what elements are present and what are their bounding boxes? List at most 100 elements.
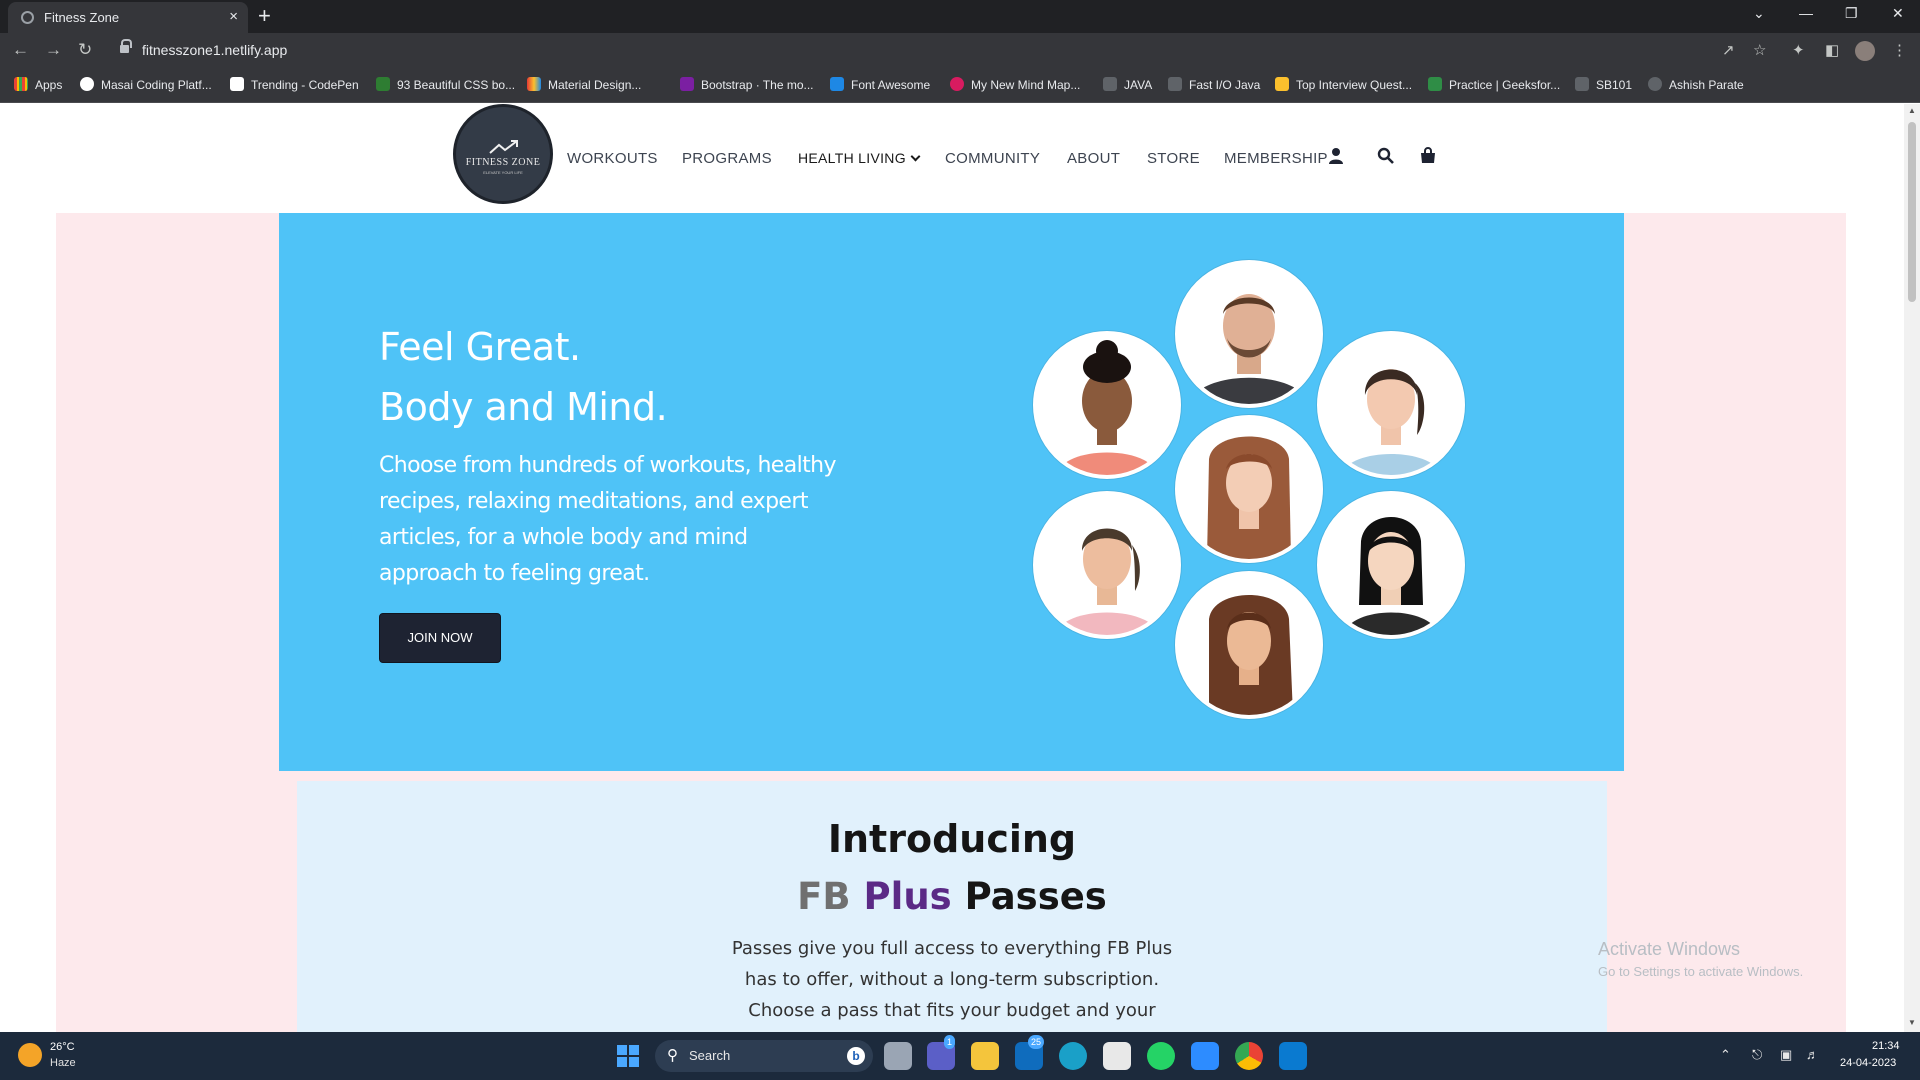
minimize-button[interactable]: — <box>1799 5 1813 21</box>
nav-membership[interactable]: MEMBERSHIP <box>1224 150 1328 167</box>
weather-description[interactable]: Haze <box>50 1057 76 1069</box>
windows-start-icon[interactable] <box>617 1045 639 1067</box>
nav-store[interactable]: STORE <box>1147 150 1200 167</box>
scroll-down-arrow-icon[interactable]: ▼ <box>1908 1018 1916 1027</box>
share-icon[interactable]: ↗ <box>1722 41 1735 59</box>
lock-icon <box>120 39 132 54</box>
site-logo[interactable]: FITNESS ZONE ELEVATE YOUR LIFE <box>453 104 553 204</box>
geeksforgeeks-icon <box>1428 77 1442 91</box>
nav-workouts[interactable]: WORKOUTS <box>567 150 658 167</box>
trainer-portrait <box>1175 415 1323 563</box>
intro-subheading: FB Plus Passes <box>297 875 1607 918</box>
bookmark-interview[interactable]: Top Interview Quest... <box>1275 77 1412 92</box>
chevron-down-icon <box>910 151 921 162</box>
bookmark-geeksforgeeks[interactable]: Practice | Geeksfor... <box>1428 77 1560 92</box>
trainer-portrait <box>1175 260 1323 408</box>
scroll-up-arrow-icon[interactable]: ▲ <box>1908 106 1916 115</box>
bookmark-mind-map[interactable]: My New Mind Map... <box>950 77 1080 92</box>
zoom-icon[interactable] <box>1191 1042 1219 1070</box>
back-icon[interactable]: ← <box>12 40 29 60</box>
search-icon: ⚲ <box>667 1047 678 1064</box>
scroll-thumb[interactable] <box>1908 122 1916 302</box>
join-now-button[interactable]: JOIN NOW <box>379 613 501 663</box>
forward-icon[interactable]: → <box>45 40 62 60</box>
volume-icon[interactable]: ♬ <box>1806 1047 1819 1062</box>
file-explorer-icon[interactable] <box>971 1042 999 1070</box>
browser-tab[interactable]: Fitness Zone × <box>8 2 248 33</box>
network-icon[interactable]: ▣ <box>1780 1047 1792 1063</box>
chevron-up-icon[interactable]: ⌃ <box>1720 1047 1731 1063</box>
store-icon[interactable] <box>1103 1042 1131 1070</box>
watermark-line-1: Activate Windows <box>1598 939 1741 959</box>
restore-button[interactable]: ❐ <box>1845 5 1858 22</box>
menu-icon[interactable]: ⋮ <box>1892 41 1907 59</box>
weather-temperature[interactable]: 26°C <box>50 1041 75 1053</box>
intro-section: Introducing FB Plus Passes Passes give y… <box>297 781 1607 1032</box>
windows-taskbar: 26°C Haze ⚲ Search b 1 25 ⌃ ⎋ ▣ ♬ 21:34 … <box>0 1032 1920 1080</box>
close-window-button[interactable]: ✕ <box>1892 5 1904 22</box>
flag-icon <box>830 77 844 91</box>
nav-programs[interactable]: PROGRAMS <box>682 150 772 167</box>
bookmark-bootstrap[interactable]: Bootstrap · The mo... <box>680 77 814 92</box>
star-icon[interactable]: ☆ <box>1753 41 1766 59</box>
passes-text: Passes <box>964 875 1107 918</box>
globe-icon <box>21 11 34 24</box>
intro-text: Passes give you full access to everythin… <box>731 938 1173 1032</box>
bookmark-codepen[interactable]: Trending - CodePen <box>230 77 359 92</box>
microphone-icon[interactable]: ⎋ <box>1752 1047 1762 1063</box>
nav-about[interactable]: ABOUT <box>1067 150 1120 167</box>
hero-heading-1: Feel Great. <box>379 325 581 369</box>
bootstrap-icon <box>680 77 694 91</box>
nav-health-living[interactable]: HEALTH LIVING <box>798 150 921 166</box>
bookmark-java[interactable]: JAVA <box>1103 77 1152 92</box>
clock-date[interactable]: 24-04-2023 <box>1840 1057 1896 1069</box>
tab-title: Fitness Zone <box>44 10 120 25</box>
task-view-icon[interactable] <box>884 1042 912 1070</box>
material-design-icon <box>527 77 541 91</box>
globe-icon <box>1648 77 1662 91</box>
side-panel-icon[interactable]: ◧ <box>1825 41 1839 59</box>
plus-text: Plus <box>863 875 952 918</box>
bookmark-ashish-parate[interactable]: Ashish Parate <box>1648 77 1744 92</box>
page-viewport: FITNESS ZONE ELEVATE YOUR LIFE WORKOUTS … <box>0 104 1904 1032</box>
outlook-badge: 25 <box>1028 1035 1045 1049</box>
bookmark-apps[interactable]: Apps <box>14 77 62 92</box>
address-bar[interactable]: fitnesszone1.netlify.app <box>104 37 1764 65</box>
mind-map-icon <box>950 77 964 91</box>
link-icon <box>1103 77 1117 91</box>
nav-community[interactable]: COMMUNITY <box>945 150 1040 167</box>
weather-icon[interactable] <box>18 1043 42 1067</box>
reload-icon[interactable]: ↻ <box>78 40 92 60</box>
extensions-icon[interactable]: ✦ <box>1792 41 1805 59</box>
logo-tagline: ELEVATE YOUR LIFE <box>483 170 523 175</box>
bookmark-font-awesome[interactable]: Font Awesome <box>830 77 930 92</box>
user-icon[interactable] <box>1328 147 1344 164</box>
browser-toolbar: ← → ↻ fitnesszone1.netlify.app ↗ ☆ ✦ ◧ ⋮ <box>0 33 1920 69</box>
vscode-icon[interactable] <box>1279 1042 1307 1070</box>
activate-windows-watermark: Activate Windows Go to Settings to activ… <box>1598 939 1803 979</box>
chrome-icon[interactable] <box>1235 1042 1263 1070</box>
taskbar-search-label: Search <box>689 1048 731 1063</box>
new-tab-button[interactable]: + <box>258 3 271 29</box>
bookmark-css-buttons[interactable]: 93 Beautiful CSS bo... <box>376 77 515 92</box>
shopping-bag-icon[interactable] <box>1420 147 1436 164</box>
bookmark-fast-io-java[interactable]: Fast I/O Java <box>1168 77 1260 92</box>
apps-grid-icon <box>14 77 28 91</box>
page-scrollbar[interactable]: ▲ ▼ <box>1904 104 1920 1032</box>
search-icon[interactable] <box>1377 147 1394 164</box>
bookmark-sb101[interactable]: SB101 <box>1575 77 1632 92</box>
bookmark-favicon-icon <box>376 77 390 91</box>
tab-search-icon[interactable]: ⌄ <box>1753 5 1765 22</box>
bookmark-material-design[interactable]: Material Design... <box>527 77 641 92</box>
taskbar-search[interactable]: ⚲ Search b <box>655 1040 873 1072</box>
clock-time[interactable]: 21:34 <box>1872 1040 1900 1052</box>
whatsapp-icon[interactable] <box>1147 1042 1175 1070</box>
edge-icon[interactable] <box>1059 1042 1087 1070</box>
tab-close-button[interactable]: × <box>229 8 238 25</box>
nav-health-living-label: HEALTH LIVING <box>798 150 906 166</box>
trainer-portrait <box>1033 331 1181 479</box>
bookmark-masai[interactable]: Masai Coding Platf... <box>80 77 212 92</box>
browser-tab-bar: Fitness Zone × + ⌄ — ❐ ✕ <box>0 0 1920 33</box>
logo-name: FITNESS ZONE <box>465 157 541 168</box>
profile-avatar[interactable] <box>1855 41 1875 61</box>
